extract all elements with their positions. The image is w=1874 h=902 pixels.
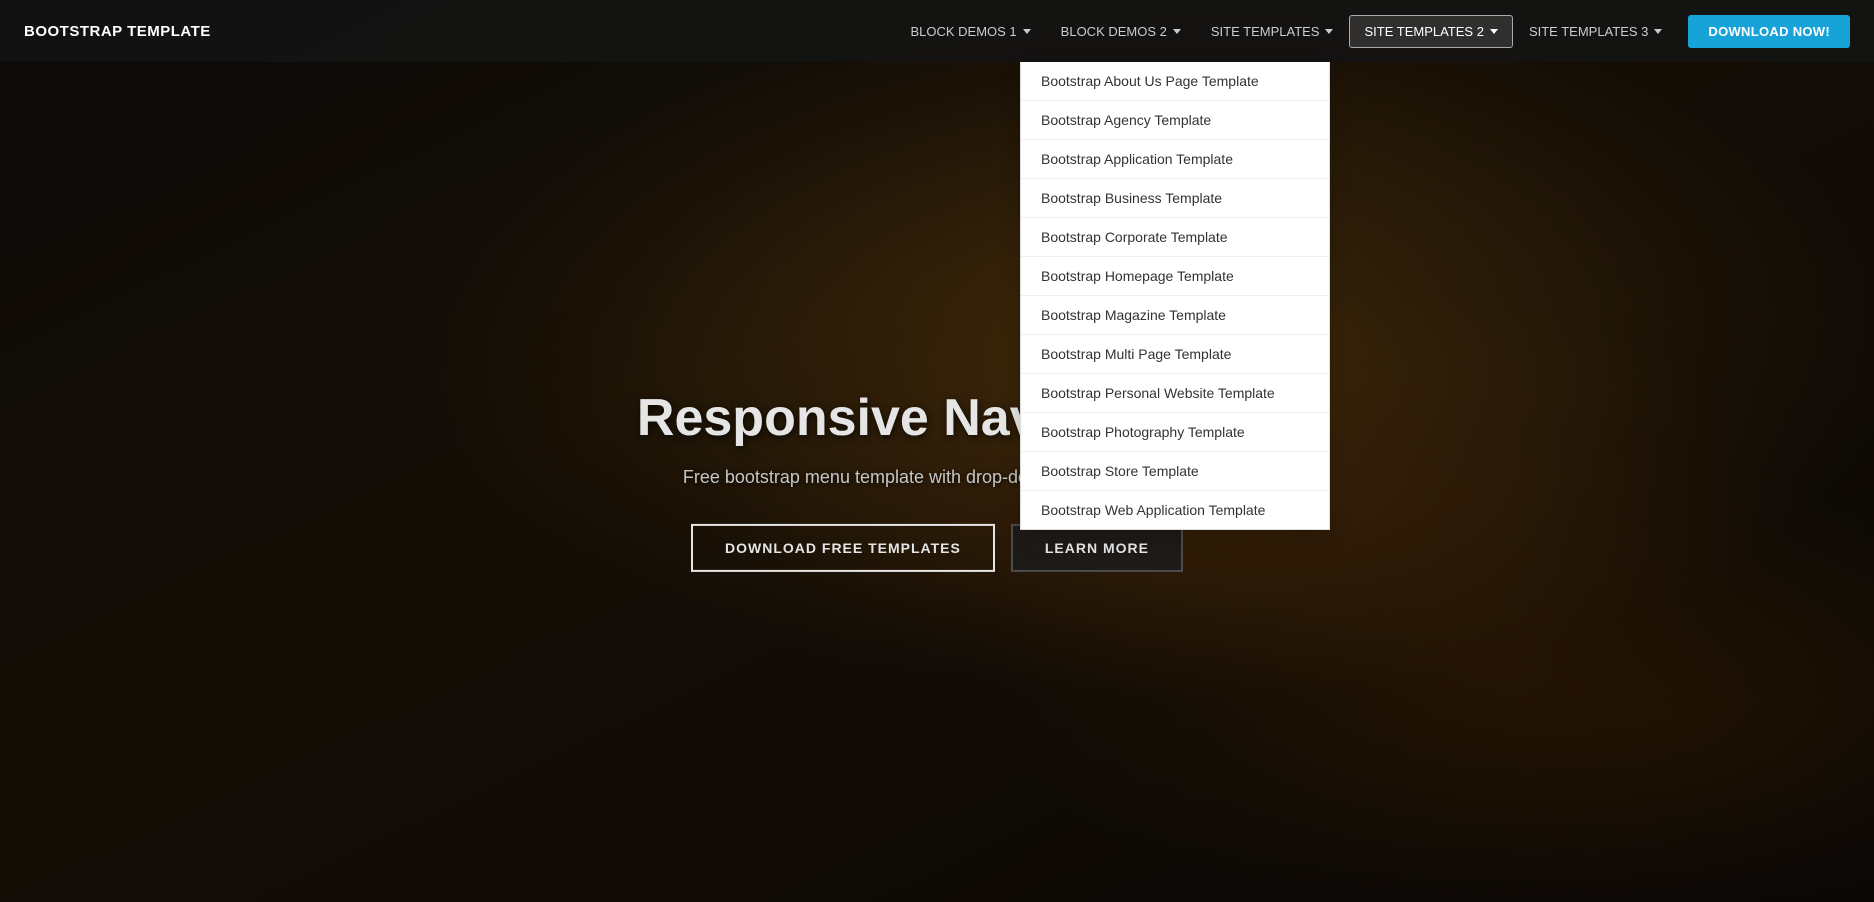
- site-templates-2-dropdown: Bootstrap About Us Page TemplateBootstra…: [1020, 62, 1330, 530]
- nav-item-label: BLOCK DEMOS 1: [910, 24, 1016, 39]
- dropdown-item[interactable]: Bootstrap Photography Template: [1021, 413, 1329, 452]
- navbar-brand: BOOTSTRAP TEMPLATE: [24, 23, 211, 40]
- dropdown-caret-icon: [1654, 29, 1662, 34]
- navbar: BOOTSTRAP TEMPLATE BLOCK DEMOS 1 BLOCK D…: [0, 0, 1874, 62]
- dropdown-caret-icon: [1325, 29, 1333, 34]
- nav-item-site-templates-3[interactable]: SITE TEMPLATES 3: [1515, 16, 1676, 47]
- dropdown-caret-icon: [1023, 29, 1031, 34]
- nav-item-site-templates[interactable]: SITE TEMPLATES: [1197, 16, 1348, 47]
- dropdown-item[interactable]: Bootstrap Homepage Template: [1021, 257, 1329, 296]
- nav-item-label: BLOCK DEMOS 2: [1061, 24, 1167, 39]
- dropdown-caret-icon: [1490, 29, 1498, 34]
- download-now-button[interactable]: DOWNLOAD NOW!: [1688, 15, 1850, 48]
- nav-items: BLOCK DEMOS 1 BLOCK DEMOS 2 SITE TEMPLAT…: [896, 15, 1850, 48]
- nav-item-site-templates-2[interactable]: SITE TEMPLATES 2: [1349, 15, 1512, 48]
- hero-buttons: DOWNLOAD FREE TEMPLATES LEARN MORE: [587, 524, 1287, 572]
- dropdown-item[interactable]: Bootstrap Application Template: [1021, 140, 1329, 179]
- learn-more-button[interactable]: LEARN MORE: [1011, 524, 1183, 572]
- dropdown-item[interactable]: Bootstrap About Us Page Template: [1021, 62, 1329, 101]
- dropdown-item[interactable]: Bootstrap Corporate Template: [1021, 218, 1329, 257]
- nav-item-label: SITE TEMPLATES: [1211, 24, 1320, 39]
- nav-item-label: SITE TEMPLATES 3: [1529, 24, 1648, 39]
- dropdown-item[interactable]: Bootstrap Multi Page Template: [1021, 335, 1329, 374]
- dropdown-item[interactable]: Bootstrap Magazine Template: [1021, 296, 1329, 335]
- dropdown-item[interactable]: Bootstrap Business Template: [1021, 179, 1329, 218]
- dropdown-caret-icon: [1173, 29, 1181, 34]
- nav-item-block-demos-1[interactable]: BLOCK DEMOS 1: [896, 16, 1044, 47]
- download-free-templates-button[interactable]: DOWNLOAD FREE TEMPLATES: [691, 524, 995, 572]
- nav-item-label: SITE TEMPLATES 2: [1364, 24, 1483, 39]
- dropdown-item[interactable]: Bootstrap Web Application Template: [1021, 491, 1329, 529]
- dropdown-item[interactable]: Bootstrap Personal Website Template: [1021, 374, 1329, 413]
- nav-item-block-demos-2[interactable]: BLOCK DEMOS 2: [1047, 16, 1195, 47]
- dropdown-item[interactable]: Bootstrap Store Template: [1021, 452, 1329, 491]
- dropdown-item[interactable]: Bootstrap Agency Template: [1021, 101, 1329, 140]
